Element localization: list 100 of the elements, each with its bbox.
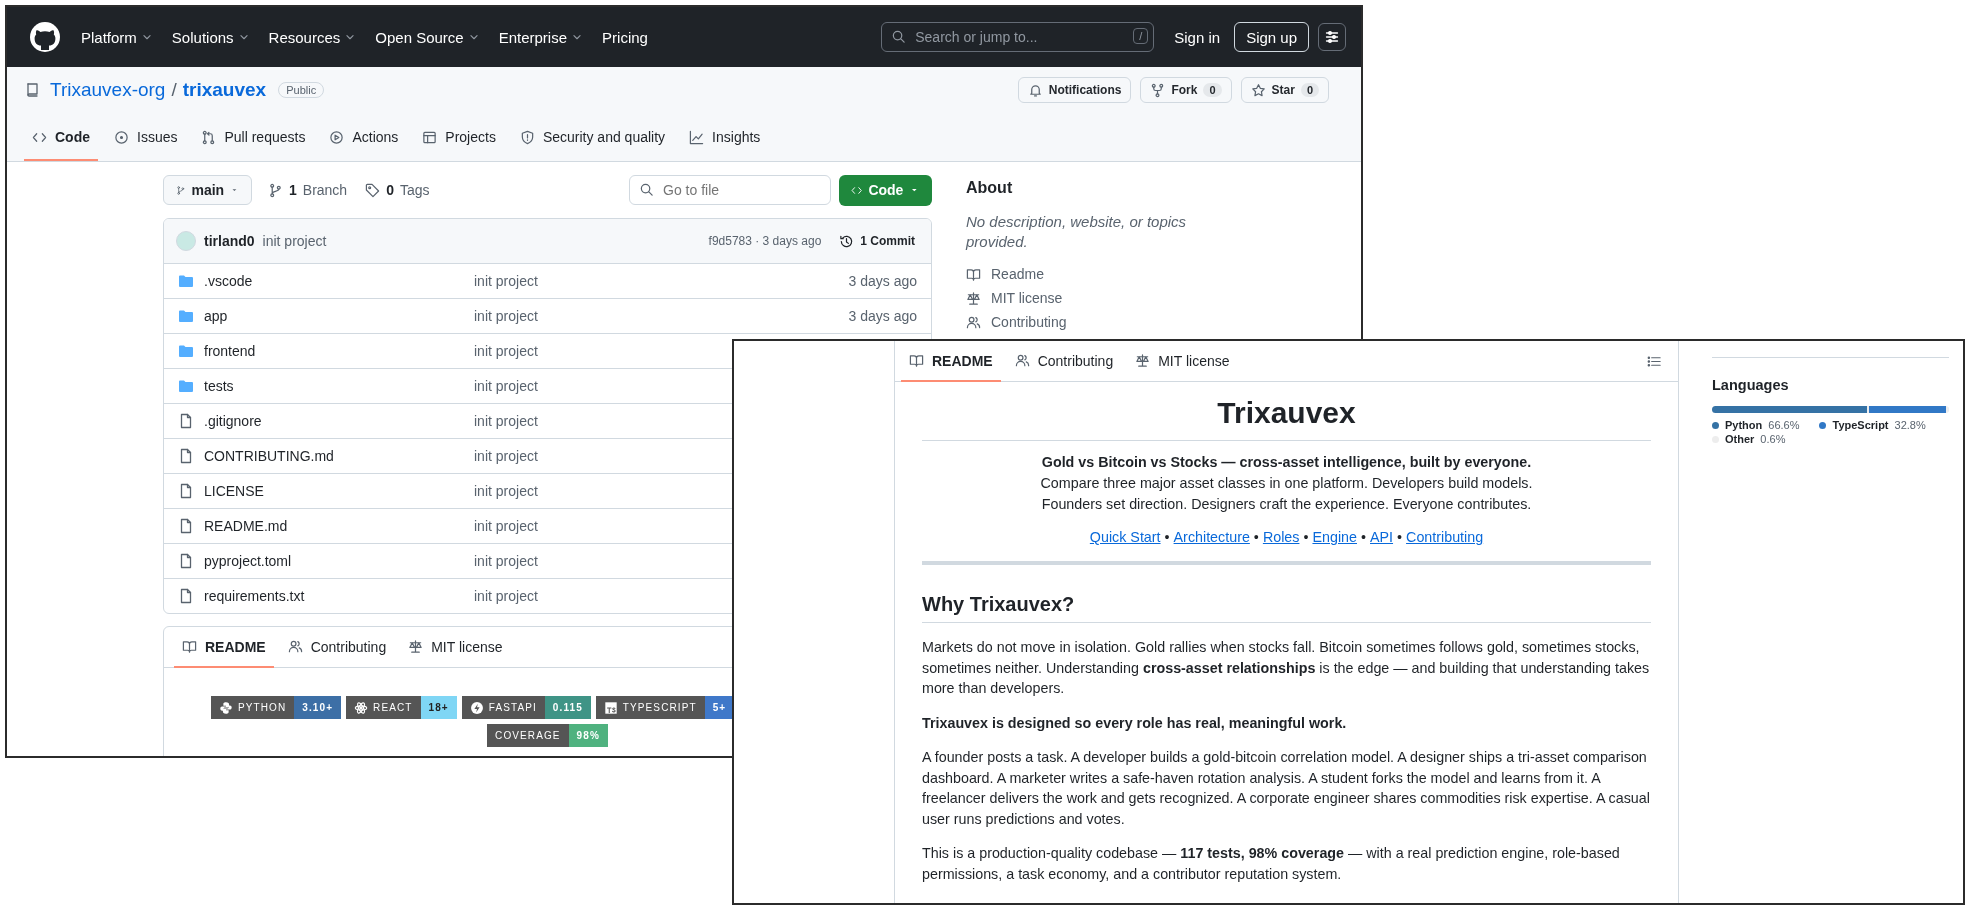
file-name-link[interactable]: frontend	[204, 343, 474, 359]
search-icon	[891, 29, 907, 44]
sign-up-button[interactable]: Sign up	[1234, 22, 1309, 52]
about-link[interactable]: Contributing	[966, 310, 1296, 334]
file-name-link[interactable]: .vscode	[204, 273, 474, 289]
readme-tab[interactable]: README	[174, 627, 274, 668]
nav-menu[interactable]: Platform	[75, 24, 160, 50]
table-icon	[422, 129, 438, 145]
readme-paragraph: A founder posts a task. A developer builds a gold-bitcoin correlation model. A designer ships a tri-asset comparison dashboard. A marketer writes a safe-haven rotation analysis. A student forks the model and learns from it. A freelancer delivers the work and gets recognized. A corporate engineer shares commodities risk expertise. A casual user runs predictions and votes.	[922, 748, 1651, 829]
readme-tab[interactable]: Contributing	[1006, 341, 1122, 382]
readme-tab[interactable]: README	[901, 341, 1001, 382]
repo-action-button[interactable]: Fork 0	[1140, 77, 1232, 103]
commit-message-link[interactable]: init project	[474, 273, 538, 289]
commit-author-link[interactable]: tirland0	[204, 233, 255, 249]
folder-icon	[178, 273, 194, 289]
readme-tab[interactable]: MIT license	[400, 627, 511, 668]
people-icon	[287, 639, 303, 654]
file-name-link[interactable]: requirements.txt	[204, 588, 474, 604]
commit-message-link[interactable]: init project	[474, 378, 538, 394]
repo-tab[interactable]: Code	[24, 115, 98, 161]
file-age: 3 days ago	[848, 308, 917, 324]
readme-link[interactable]: Quick Start	[1089, 529, 1161, 545]
file-name-link[interactable]: .gitignore	[204, 413, 474, 429]
badge-label: FASTAPI	[488, 702, 537, 713]
commit-message-link[interactable]: init project	[474, 308, 538, 324]
lightning-icon	[469, 700, 484, 715]
repo-tab[interactable]: Insights	[681, 115, 769, 161]
repo-tab[interactable]: Projects	[414, 115, 504, 161]
tag-icon	[365, 182, 381, 198]
readme-tab[interactable]: Contributing	[279, 627, 395, 668]
commit-message-link[interactable]: init project	[474, 413, 538, 429]
code-button[interactable]: Code	[839, 174, 932, 206]
commit-info: f9d5783 · 3 days ago	[708, 234, 822, 248]
repository-name-link[interactable]: trixauvex	[182, 79, 267, 101]
commit-message-link[interactable]: init project	[474, 553, 538, 569]
commit-message-link[interactable]: init project	[474, 588, 538, 604]
folder-icon	[178, 308, 194, 324]
file-name-link[interactable]: pyproject.toml	[204, 553, 474, 569]
repo-action-button[interactable]: Star 0	[1240, 77, 1329, 103]
sliders-button[interactable]	[1318, 23, 1346, 51]
about-link[interactable]: Readme	[966, 262, 1296, 286]
badge-label: REACT	[373, 702, 413, 713]
language-percent: 32.8%	[1894, 419, 1926, 431]
nav-menu[interactable]: Pricing	[596, 24, 654, 50]
commits-link[interactable]: 1 Commit	[839, 233, 915, 249]
file-name-link[interactable]: tests	[204, 378, 474, 394]
nav-menu[interactable]: Resources	[262, 24, 364, 50]
readme-link[interactable]: Engine	[1312, 529, 1357, 545]
tags-link[interactable]: 0 Tags	[363, 182, 432, 198]
commit-message-link[interactable]: init project	[474, 483, 538, 499]
file-name-link[interactable]: LICENSE	[204, 483, 474, 499]
nav-menu[interactable]: Solutions	[165, 24, 257, 50]
readme-link[interactable]: Contributing	[1406, 529, 1484, 545]
file-name-link[interactable]: app	[204, 308, 474, 324]
readme-tagline: Gold vs Bitcoin vs Stocks — cross-asset intelligence, built by everyone.	[1040, 453, 1533, 472]
nav-menu[interactable]: Open Source	[369, 24, 487, 50]
badge-value: 98%	[568, 724, 608, 747]
readme-paragraph: This is a production-quality codebase — 117 tests, 98% coverage — with a real prediction engine, role-based permissions, a task economy, and a contributor reputation system.	[922, 844, 1621, 884]
repo-tab[interactable]: Actions	[321, 115, 407, 161]
language-percent: 66.6%	[1768, 419, 1800, 431]
about-heading: About	[966, 178, 1014, 197]
sign-in-link[interactable]: Sign in	[1164, 24, 1231, 50]
repo-tab[interactable]: Pull requests	[193, 115, 314, 161]
file-name-link[interactable]: README.md	[204, 518, 474, 534]
commit-message-link[interactable]: init project	[474, 343, 538, 359]
repo-tab[interactable]: Issues	[106, 115, 186, 161]
branches-link[interactable]: 1 Branch	[266, 182, 350, 198]
about-link[interactable]: MIT license	[966, 286, 1296, 310]
commit-message-link[interactable]: init project	[474, 448, 538, 464]
avatar-icon	[176, 231, 196, 251]
commit-message-link[interactable]: init project	[474, 518, 538, 534]
badge-label: COVERAGE	[495, 730, 561, 741]
branch-icon	[268, 182, 283, 198]
scale-icon	[408, 639, 424, 654]
commit-message-link[interactable]: init project	[262, 233, 327, 249]
repo-action-button[interactable]: Notifications	[1017, 77, 1132, 103]
owner-link[interactable]: Trixauvex-org	[50, 79, 166, 101]
book-icon	[909, 353, 924, 368]
file-name-link[interactable]: CONTRIBUTING.md	[204, 448, 474, 464]
readme-link[interactable]: Architecture	[1173, 529, 1250, 545]
branch-selector[interactable]: main	[163, 175, 252, 205]
badge-label: PYTHON	[238, 702, 287, 713]
repo-tab[interactable]: Security and quality	[511, 115, 674, 161]
go-to-file-field[interactable]: Go to file	[629, 175, 831, 205]
badge-value: 18+	[420, 696, 457, 719]
link-separator: •	[1253, 529, 1259, 545]
issue-icon	[114, 129, 129, 145]
language-name: TypeScript	[1832, 419, 1889, 431]
scale-icon	[966, 290, 981, 306]
repository-icon	[24, 82, 40, 98]
file-icon	[178, 588, 194, 604]
nav-menu[interactable]: Enterprise	[492, 24, 591, 50]
readme-tab[interactable]: MIT license	[1127, 341, 1238, 382]
bell-icon	[1027, 82, 1043, 98]
book-icon	[182, 639, 197, 654]
readme-link[interactable]: Roles	[1262, 529, 1300, 545]
graph-icon	[689, 129, 705, 145]
readme-summary-line: Compare three major asset classes in one platform. Developers build models.	[1039, 474, 1534, 493]
path-separator: /	[171, 79, 177, 101]
readme-link[interactable]: API	[1370, 529, 1394, 545]
